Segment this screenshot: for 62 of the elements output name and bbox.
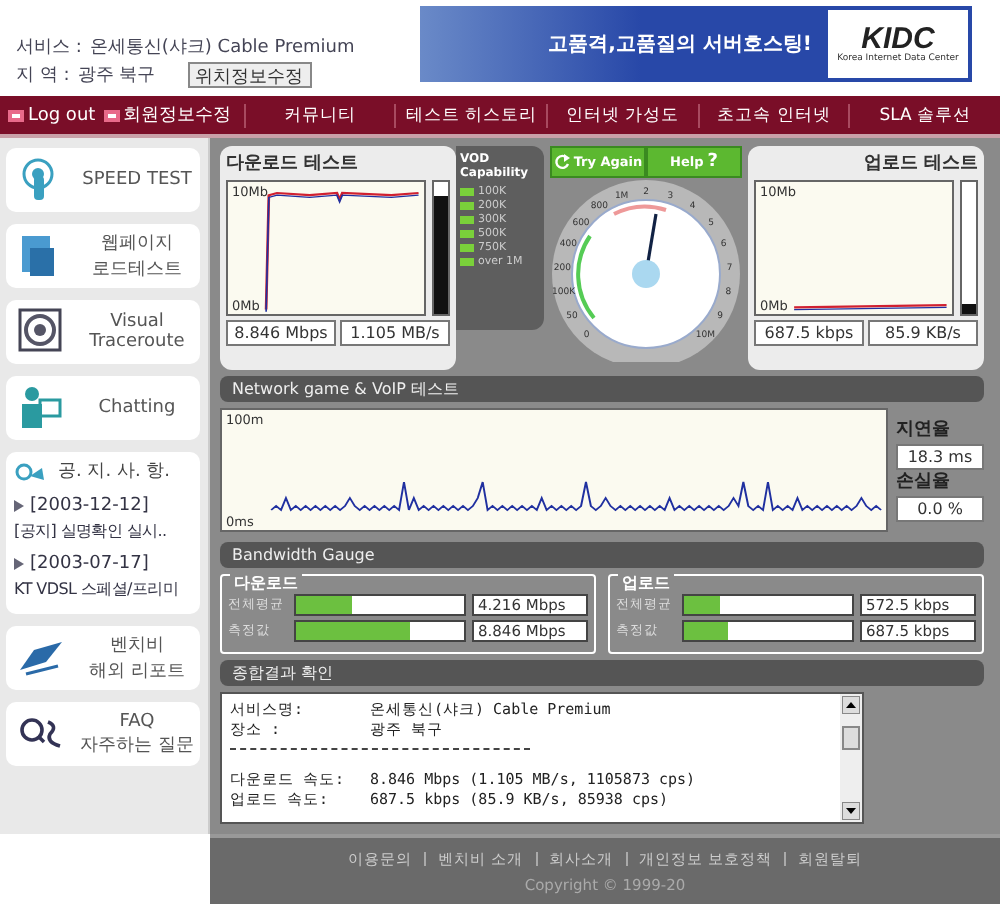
nav-menu-item[interactable]: 테스트 히스토리 (394, 103, 546, 127)
refresh-icon (553, 154, 570, 170)
rate-value: 1.105 MB/s (340, 320, 450, 346)
notice-link[interactable]: [공지] 실명확인 실시.. (14, 520, 192, 542)
nav-menu-item[interactable]: 커뮤니티 (243, 103, 395, 127)
section-header: 종합결과 확인 (220, 660, 984, 686)
sidebar-menu-item[interactable]: 웹페이지 로드테스트 (6, 224, 200, 288)
menu-label: 웹페이지 (101, 232, 173, 256)
panel-title: 업로드 테스트 (861, 152, 978, 176)
service-name: 온세통신(샤크) Cable Premium (89, 36, 355, 60)
notice-title: 공. 지. 사. 항. (58, 460, 171, 484)
notice-date[interactable]: [2003-12-12] (30, 496, 149, 516)
group-title: 업로드 (618, 574, 674, 592)
sidebar-menu-item[interactable]: SPEED TEST (6, 148, 200, 212)
menu-label: Traceroute (89, 332, 185, 352)
chat-icon (18, 384, 62, 432)
region-name: 광주 북구 (77, 64, 156, 88)
banner-slogan: 고품격,고품질의 서버호스팅! (548, 32, 812, 58)
notice-link[interactable]: KT VDSL 스페셜/프리미 (14, 578, 192, 600)
menu-label: 해외 리포트 (89, 660, 185, 684)
loss-value: 0.0 % (896, 496, 984, 522)
menu-label: FAQ (119, 711, 155, 731)
section-header: Bandwidth Gauge (220, 542, 984, 568)
sidebar-menu-item[interactable]: FAQ 자주하는 질문 (6, 702, 200, 766)
kidc-logo: KIDC (861, 24, 935, 54)
scroll-thumb[interactable] (842, 726, 860, 750)
panel-title: 다운로드 테스트 (226, 152, 361, 176)
section-header: Network game & VoIP 테스트 (220, 376, 984, 402)
loss-label: 손실율 (896, 472, 952, 494)
service-label: 서비스 : (16, 36, 82, 60)
link-icon (103, 109, 120, 121)
link-icon (8, 109, 24, 121)
rate-value: 85.9 KB/s (868, 320, 978, 346)
scroll-up-icon (842, 696, 860, 714)
speed-value: 687.5 kbps (754, 320, 864, 346)
bullet-icon (14, 558, 24, 570)
sidebar-menu-item[interactable]: Chatting (6, 376, 200, 440)
sidebar-menu-item[interactable]: 벤치비 해외 리포트 (6, 626, 200, 690)
group-title: 다운로드 (230, 574, 302, 592)
bullet-icon (14, 500, 24, 512)
latency-label: 지연율 (896, 420, 952, 442)
location-edit-button[interactable]: 위치정보수정 (187, 62, 312, 88)
sidebar-menu-item[interactable]: Visual Traceroute (6, 300, 200, 364)
nav-link[interactable]: Log out (28, 105, 96, 125)
menu-label: 로드테스트 (92, 258, 182, 282)
scroll-down-icon (842, 802, 860, 820)
menu-label: Visual (110, 312, 164, 332)
notice-date[interactable]: [2003-07-17] (30, 554, 149, 574)
trace-icon (18, 308, 62, 356)
speed-value: 8.846 Mbps (226, 320, 336, 346)
nav-link[interactable]: 회원정보수정 (123, 102, 232, 128)
nav-menu-item[interactable]: 인터넷 가성도 (546, 103, 698, 127)
latency-value: 18.3 ms (896, 444, 984, 470)
scrollbar[interactable] (840, 694, 862, 822)
region-label: 지 역 : (16, 64, 70, 88)
nav-menu-item[interactable]: SLA 솔루션 (848, 103, 1000, 127)
menu-label: SPEED TEST (82, 170, 192, 190)
menu-label: 자주하는 질문 (80, 733, 194, 757)
menu-label: 벤치비 (110, 634, 164, 658)
menu-label: Chatting (98, 398, 176, 418)
help-icon: ? (707, 152, 718, 172)
nav-menu-item[interactable]: 초고속 인터넷 (697, 103, 849, 127)
